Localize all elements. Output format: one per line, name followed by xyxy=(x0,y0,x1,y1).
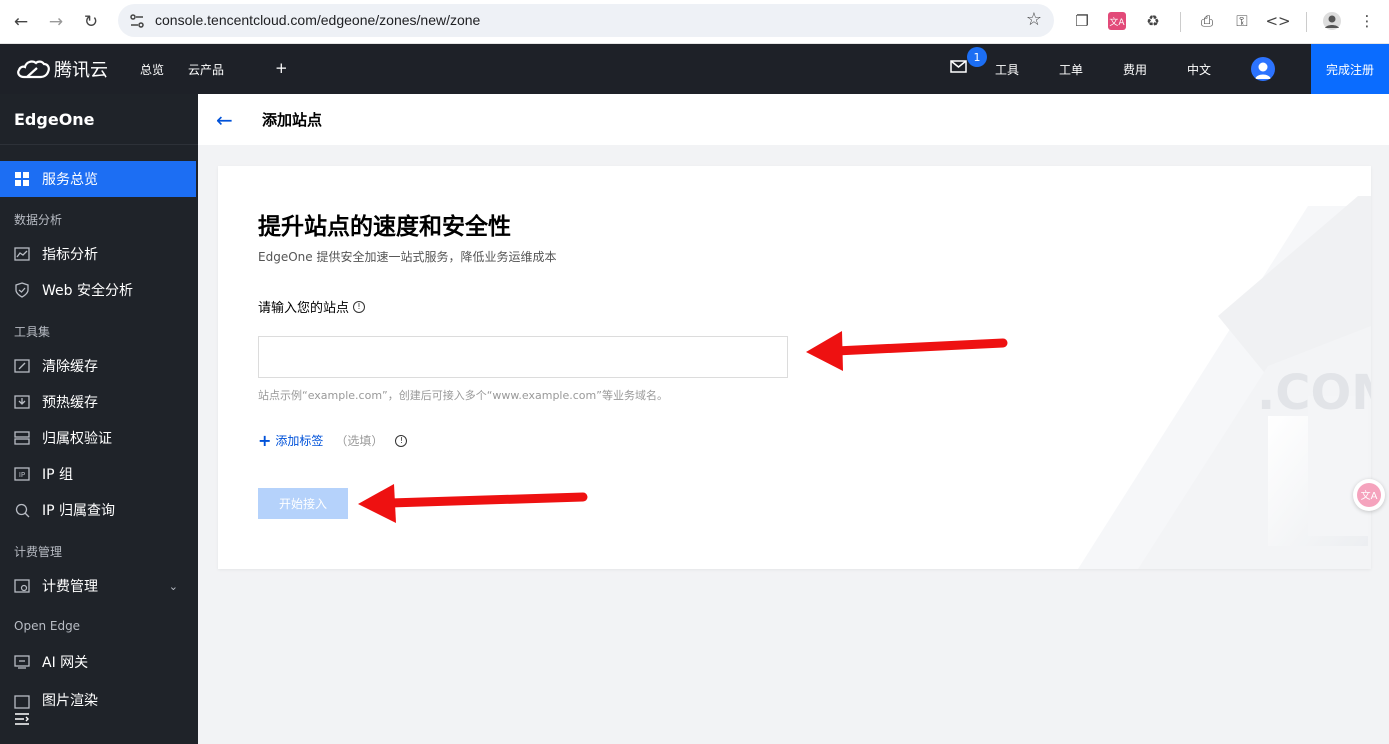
forward-nav-icon[interactable]: → xyxy=(43,9,69,35)
translate-ext-icon[interactable]: 文A xyxy=(1105,9,1129,33)
hero-heading: 提升站点的速度和安全性 xyxy=(258,214,511,240)
site-field-label: 请输入您的站点 ! xyxy=(258,297,366,316)
sidebar-item-label: AI 网关 xyxy=(42,655,89,671)
nav-overview[interactable]: 总览 xyxy=(140,61,164,78)
print-icon[interactable]: ⎙ xyxy=(1195,9,1219,33)
verify-icon xyxy=(14,430,30,446)
sidebar-item-label: IP 归属查询 xyxy=(42,503,116,519)
toolbar-divider xyxy=(1306,12,1307,32)
page-title: 添加站点 xyxy=(262,111,323,129)
sidebar-item-metrics[interactable]: 指标分析 xyxy=(0,236,196,272)
sidebar-item-ownership-verify[interactable]: 归属权验证 xyxy=(0,420,196,456)
bookmark-star-icon[interactable]: ☆ xyxy=(1026,9,1042,30)
sidebar-item-prefetch-cache[interactable]: 预热缓存 xyxy=(0,384,196,420)
translate-fab[interactable]: 文A xyxy=(1353,479,1385,511)
sidebar-item-label: 图片渲染 xyxy=(42,693,98,709)
svg-text:IP: IP xyxy=(19,471,25,479)
nav-products[interactable]: 云产品 xyxy=(188,61,224,78)
clear-cache-icon xyxy=(14,358,30,374)
svg-text:文A: 文A xyxy=(1361,489,1378,502)
sidebar-item-billing[interactable]: 计费管理 ⌄ xyxy=(0,568,196,604)
site-settings-icon[interactable] xyxy=(128,12,146,30)
sidebar-divider xyxy=(0,144,198,145)
product-title: EdgeOne xyxy=(14,110,95,129)
info-icon[interactable]: ! xyxy=(353,300,366,313)
tencent-cloud-logo[interactable]: 腾讯云 xyxy=(16,56,108,82)
key-icon[interactable]: ⚿ xyxy=(1230,9,1254,33)
cloud-logo-icon xyxy=(17,60,50,79)
site-example-hint: 站点示例“example.com”，创建后可接入多个“www.example.c… xyxy=(258,389,668,402)
site-domain-input[interactable] xyxy=(258,336,788,378)
nav-tools[interactable]: 工具 xyxy=(995,61,1019,78)
nav-billing[interactable]: 费用 xyxy=(1123,61,1147,78)
sidebar-item-label: 服务总览 xyxy=(42,172,98,188)
complete-registration-button[interactable]: 完成注册 xyxy=(1311,44,1389,94)
image-icon xyxy=(14,694,30,710)
billing-icon xyxy=(14,578,30,594)
add-tag-link[interactable]: + 添加标签 （选填） ! xyxy=(258,431,408,450)
mail-icon[interactable] xyxy=(950,60,967,73)
nav-tickets[interactable]: 工单 xyxy=(1059,61,1083,78)
top-navigation: 腾讯云 总览 云产品 + 1 工具 工单 费用 中文 完成注册 xyxy=(0,44,1389,94)
sidebar-group-tools: 工具集 xyxy=(14,325,51,339)
sidebar-item-label: Web 安全分析 xyxy=(42,283,133,299)
dot-com-text: .COM xyxy=(1257,365,1371,421)
brand-name: 腾讯云 xyxy=(54,60,108,81)
tab-search-icon[interactable]: ❐ xyxy=(1070,9,1094,33)
hero-subheading: EdgeOne 提供安全加速一站式服务，降低业务运维成本 xyxy=(258,250,557,264)
chevron-down-icon[interactable]: ⌄ xyxy=(169,580,178,593)
site-field-label-text: 请输入您的站点 xyxy=(258,301,350,316)
sidebar-item-image-render[interactable]: 图片渲染 xyxy=(0,680,196,710)
sidebar: EdgeOne 服务总览 数据分析 指标分析 Web 安全分析 工具集 清除缓存… xyxy=(0,94,198,744)
sidebar-item-label: 归属权验证 xyxy=(42,431,112,447)
chart-icon xyxy=(14,246,30,262)
sidebar-item-ip-lookup[interactable]: IP 归属查询 xyxy=(0,492,196,528)
toolbar-divider xyxy=(1180,12,1181,32)
sidebar-item-web-security[interactable]: Web 安全分析 xyxy=(0,272,196,308)
optional-label: （选填） xyxy=(335,434,384,448)
sidebar-item-purge-cache[interactable]: 清除缓存 xyxy=(0,348,196,384)
page-header: ← 添加站点 xyxy=(198,94,1389,145)
extensions-icon[interactable]: ♻ xyxy=(1141,9,1165,33)
back-nav-icon[interactable]: ← xyxy=(8,9,34,35)
reload-icon[interactable]: ↻ xyxy=(78,9,104,35)
sidebar-item-label: 清除缓存 xyxy=(42,359,98,375)
back-arrow-icon[interactable]: ← xyxy=(216,108,233,132)
sidebar-group-billing: 计费管理 xyxy=(14,545,63,559)
grid-icon xyxy=(14,171,30,187)
plus-icon: + xyxy=(258,431,272,450)
address-bar[interactable]: console.tencentcloud.com/edgeone/zones/n… xyxy=(118,4,1054,37)
svg-text:文A: 文A xyxy=(1109,16,1125,28)
sidebar-item-label: 计费管理 xyxy=(42,579,98,595)
nav-add-shortcut[interactable]: + xyxy=(275,59,288,77)
nav-language[interactable]: 中文 xyxy=(1187,61,1211,78)
dot-com-illustration: .COM xyxy=(1078,196,1371,569)
sidebar-item-label: IP 组 xyxy=(42,467,74,483)
profile-icon[interactable] xyxy=(1320,9,1344,33)
shield-icon xyxy=(14,282,30,298)
search-icon xyxy=(14,502,30,518)
start-connect-button[interactable]: 开始接入 xyxy=(258,488,348,519)
sidebar-group-open-edge: Open Edge xyxy=(14,619,81,633)
menu-icon[interactable]: ⋮ xyxy=(1355,9,1379,33)
info-icon[interactable]: ! xyxy=(395,434,408,447)
gateway-icon xyxy=(14,654,30,670)
add-tag-label: 添加标签 xyxy=(275,434,324,448)
browser-toolbar: ← → ↻ console.tencentcloud.com/edgeone/z… xyxy=(0,0,1389,44)
sidebar-item-label: 指标分析 xyxy=(42,247,98,263)
sidebar-item-ai-gateway[interactable]: AI 网关 xyxy=(0,644,196,680)
ip-icon: IP xyxy=(14,466,30,482)
sidebar-item-ip-group[interactable]: IP IP 组 xyxy=(0,456,196,492)
code-icon[interactable]: <> xyxy=(1265,9,1290,33)
sidebar-item-overview[interactable]: 服务总览 xyxy=(0,161,196,197)
mail-count-badge: 1 xyxy=(967,47,987,67)
sidebar-item-label: 预热缓存 xyxy=(42,395,98,411)
user-avatar[interactable] xyxy=(1251,57,1275,81)
prefetch-icon xyxy=(14,394,30,410)
translate-icon: 文A xyxy=(1357,483,1381,507)
collapse-sidebar-icon[interactable] xyxy=(14,711,30,730)
add-site-card: .COM 提升站点的速度和安全性 EdgeOne 提供安全加速一站式服务，降低业… xyxy=(218,166,1371,569)
url-text: console.tencentcloud.com/edgeone/zones/n… xyxy=(155,12,481,28)
sidebar-group-analytics: 数据分析 xyxy=(14,213,63,227)
